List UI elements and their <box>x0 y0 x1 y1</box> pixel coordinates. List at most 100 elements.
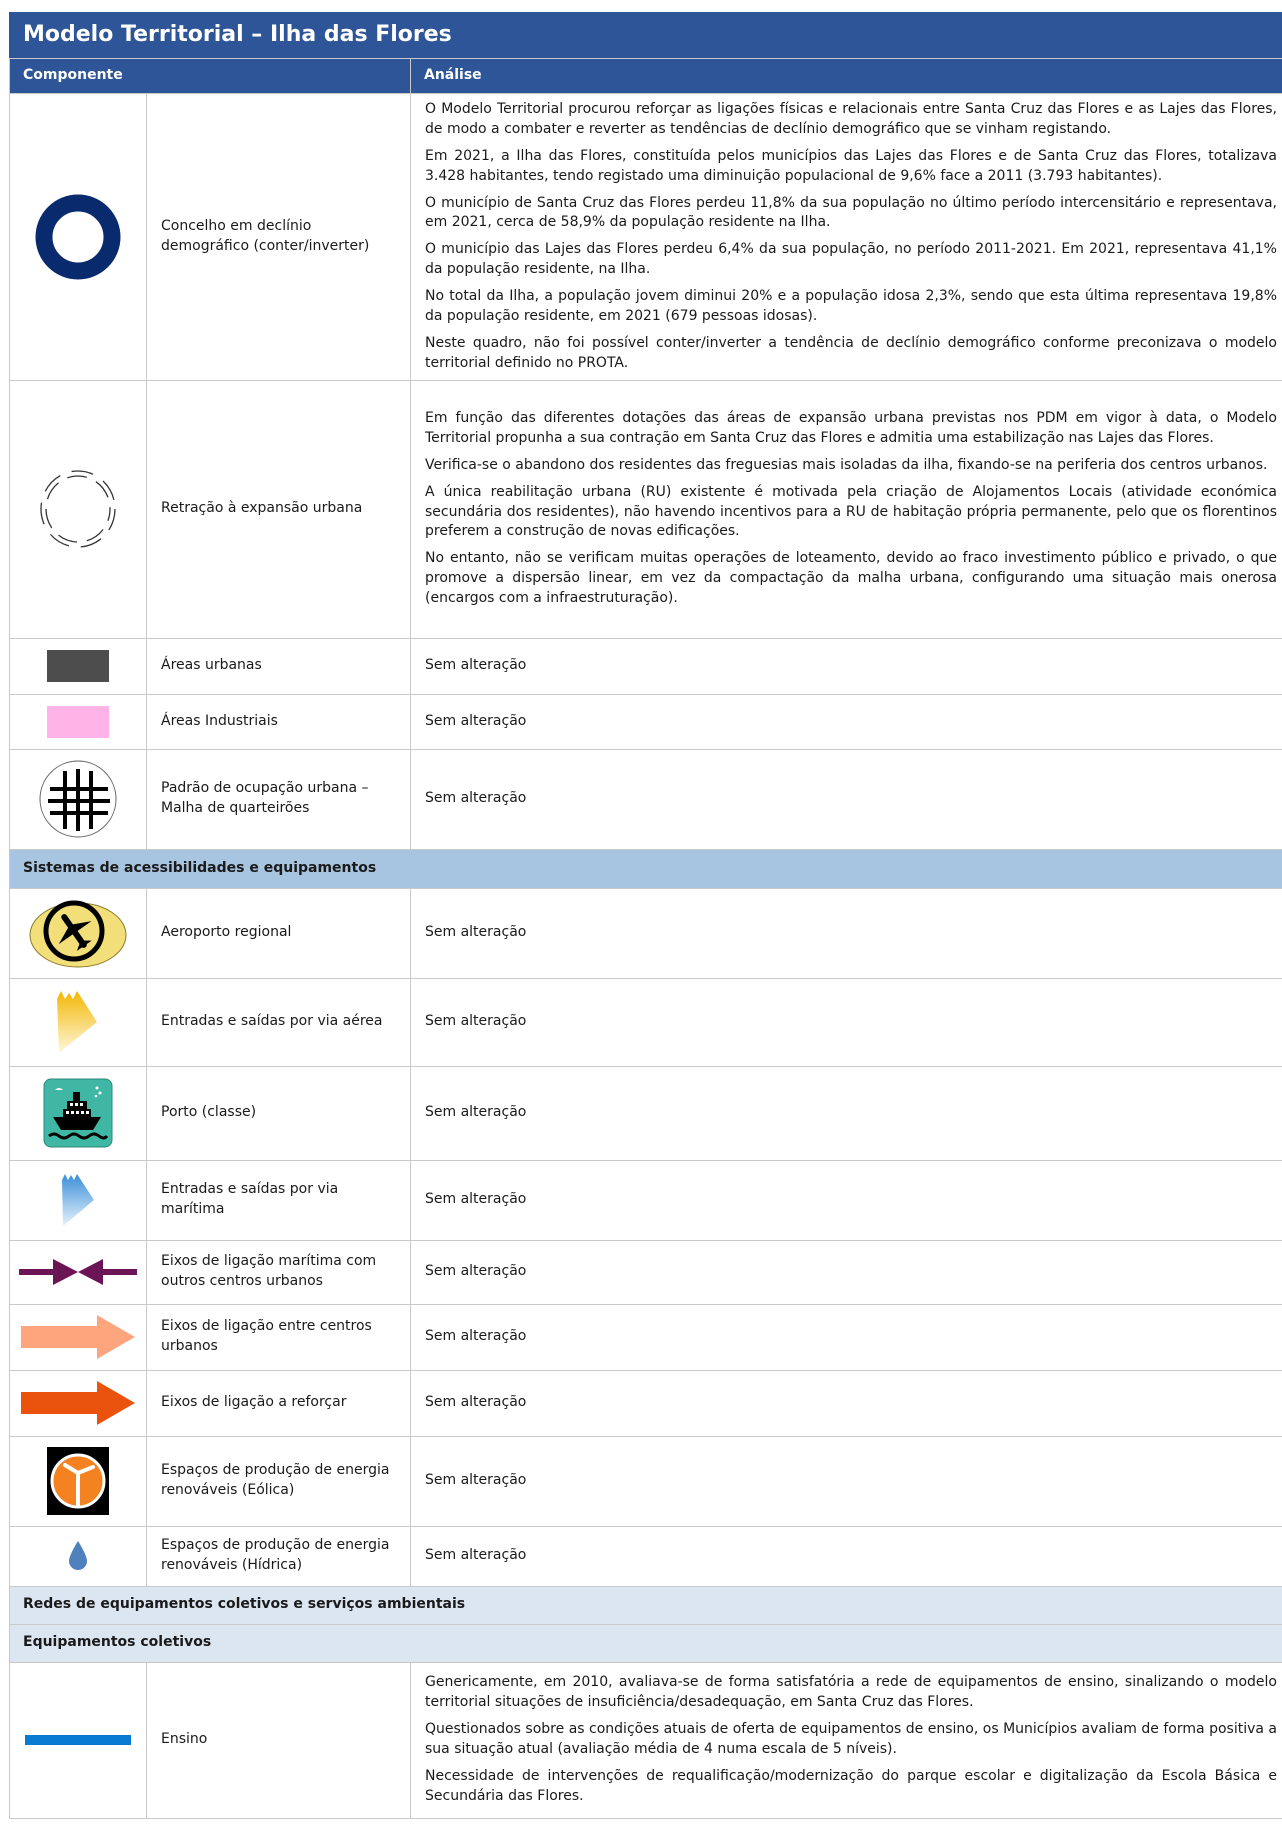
analysis-cell: Sem alteração <box>410 1369 1282 1437</box>
block-grid-icon <box>39 760 117 838</box>
analysis-paragraph: No total da Ilha, a população jovem dimi… <box>425 288 1277 324</box>
analysis-paragraph: O Modelo Territorial procurou reforçar a… <box>425 101 1277 137</box>
analysis-cell: Sem alteração <box>410 1435 1282 1527</box>
dark-gray-rectangle-icon <box>47 650 109 682</box>
analysis-paragraph: Necessidade de intervenções de requalifi… <box>425 1767 1277 1804</box>
icon-cell <box>9 1159 147 1241</box>
water-drop-icon <box>69 1541 87 1570</box>
ring-icon <box>35 194 121 280</box>
icon-cell <box>9 977 147 1067</box>
ship-icon <box>43 1078 113 1148</box>
table-row: Concelho em declínio demográfico (conter… <box>9 93 1282 381</box>
table-row: Espaços de produção de energia renovávei… <box>9 1435 1282 1527</box>
analysis-cell: Sem alteração <box>410 1159 1282 1241</box>
analysis-paragraph: No entanto, não se verificam muitas oper… <box>425 550 1277 607</box>
analysis-paragraph: Em função das diferentes dotações das ár… <box>425 410 1277 446</box>
document-page: Modelo Territorial – Ilha das Flores Com… <box>0 0 1282 1839</box>
table-row: Porto (classe) Sem alteração <box>9 1065 1282 1161</box>
component-label: Padrão de ocupação urbana – Malha de qua… <box>146 748 411 850</box>
table-row: Padrão de ocupação urbana – Malha de qua… <box>9 748 1282 850</box>
component-label: Porto (classe) <box>146 1065 411 1161</box>
component-label: Eixos de ligação entre centros urbanos <box>146 1303 411 1371</box>
icon-cell <box>9 748 147 850</box>
territorial-model-table: Componente Análise Concelho em declínio … <box>9 58 1282 1819</box>
table-row: Ensino Genericamente, em 2010, avaliava-… <box>9 1661 1282 1819</box>
icon-cell <box>9 1303 147 1371</box>
table-row: Retração à expansão urbana Em função das… <box>9 379 1282 639</box>
icon-cell <box>9 1369 147 1437</box>
analysis-paragraph: O município de Santa Cruz das Flores per… <box>425 194 1277 231</box>
table-row: Espaços de produção de energia renovávei… <box>9 1525 1282 1587</box>
table-row: Entradas e saídas por via aérea Sem alte… <box>9 977 1282 1067</box>
analysis-paragraph: O município das Lajes das Flores perdeu … <box>425 241 1277 278</box>
table-row: Eixos de ligação entre centros urbanos S… <box>9 1303 1282 1371</box>
section-title-redes: Redes de equipamentos coletivos e serviç… <box>9 1585 1282 1625</box>
column-header-analysis: Análise <box>410 58 1282 94</box>
table-header-row: Componente Análise <box>9 58 1282 94</box>
component-label: Áreas urbanas <box>146 637 411 695</box>
document-title: Modelo Territorial – Ilha das Flores <box>9 12 1282 58</box>
component-label: Entradas e saídas por via marítima <box>146 1159 411 1241</box>
icon-cell <box>9 379 147 639</box>
component-label: Eixos de ligação a reforçar <box>146 1369 411 1437</box>
component-label: Concelho em declínio demográfico (conter… <box>146 93 411 381</box>
light-orange-arrow-icon <box>21 1315 135 1359</box>
wind-turbine-icon <box>47 1447 109 1515</box>
section-header-row: Redes de equipamentos coletivos e serviç… <box>9 1585 1282 1625</box>
icon-cell <box>9 93 147 381</box>
analysis-cell: Sem alteração <box>410 977 1282 1067</box>
blue-line-icon <box>25 1735 131 1745</box>
converging-arrows-icon <box>19 1259 137 1285</box>
table-row: Entradas e saídas por via marítima Sem a… <box>9 1159 1282 1241</box>
dashed-circle-icon <box>40 470 116 548</box>
airplane-icon <box>29 900 127 968</box>
analysis-paragraph: A única reabilitação urbana (RU) existen… <box>425 483 1277 540</box>
section-header-row: Sistemas de acessibilidades e equipament… <box>9 848 1282 889</box>
analysis-cell: O Modelo Territorial procurou reforçar a… <box>410 93 1282 381</box>
icon-cell <box>9 1661 147 1819</box>
icon-cell <box>9 637 147 695</box>
column-header-component: Componente <box>9 58 411 94</box>
component-label: Aeroporto regional <box>146 887 411 979</box>
analysis-cell: Sem alteração <box>410 1303 1282 1371</box>
component-label: Entradas e saídas por via aérea <box>146 977 411 1067</box>
yellow-chevron-icon <box>57 991 97 1053</box>
icon-cell <box>9 1435 147 1527</box>
table-row: Eixos de ligação marítima com outros cen… <box>9 1239 1282 1305</box>
icon-cell <box>9 887 147 979</box>
analysis-cell: Sem alteração <box>410 637 1282 695</box>
blue-chevron-icon <box>62 1174 94 1226</box>
component-label: Espaços de produção de energia renovávei… <box>146 1525 411 1587</box>
icon-cell <box>9 1239 147 1305</box>
analysis-cell: Sem alteração <box>410 1525 1282 1587</box>
analysis-paragraph: Genericamente, em 2010, avaliava-se de f… <box>425 1674 1277 1711</box>
analysis-paragraph: Neste quadro, não foi possível conter/in… <box>425 334 1277 371</box>
analysis-cell: Sem alteração <box>410 1239 1282 1305</box>
table-row: Áreas Industriais Sem alteração <box>9 693 1282 750</box>
section-title-acessibilidades: Sistemas de acessibilidades e equipament… <box>9 848 1282 889</box>
component-label: Ensino <box>146 1661 411 1819</box>
pink-rectangle-icon <box>47 705 109 738</box>
analysis-cell: Sem alteração <box>410 693 1282 750</box>
orange-arrow-icon <box>21 1381 135 1425</box>
analysis-cell: Genericamente, em 2010, avaliava-se de f… <box>410 1661 1282 1819</box>
component-label: Eixos de ligação marítima com outros cen… <box>146 1239 411 1305</box>
icon-cell <box>9 1065 147 1161</box>
icon-cell <box>9 693 147 750</box>
analysis-cell: Sem alteração <box>410 748 1282 850</box>
section-title-equipamentos: Equipamentos coletivos <box>9 1623 1282 1663</box>
analysis-cell: Sem alteração <box>410 1065 1282 1161</box>
table-row: Eixos de ligação a reforçar Sem alteraçã… <box>9 1369 1282 1437</box>
icon-cell <box>9 1525 147 1587</box>
component-label: Áreas Industriais <box>146 693 411 750</box>
analysis-paragraph: Verifica-se o abandono dos residentes da… <box>425 456 1268 473</box>
analysis-paragraph: Questionados sobre as condições atuais d… <box>425 1721 1277 1757</box>
section-header-row: Equipamentos coletivos <box>9 1623 1282 1663</box>
analysis-paragraph: Em 2021, a Ilha das Flores, constituída … <box>425 147 1277 184</box>
table-row: Áreas urbanas Sem alteração <box>9 637 1282 695</box>
table-row: Aeroporto regional Sem alteração <box>9 887 1282 979</box>
component-label: Espaços de produção de energia renovávei… <box>146 1435 411 1527</box>
analysis-cell: Em função das diferentes dotações das ár… <box>410 379 1282 639</box>
analysis-cell: Sem alteração <box>410 887 1282 979</box>
component-label: Retração à expansão urbana <box>146 379 411 639</box>
